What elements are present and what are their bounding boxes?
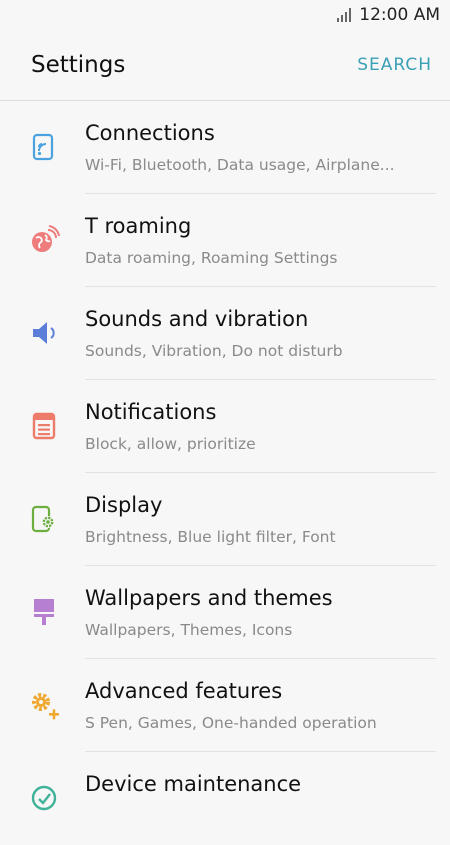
settings-item-label: Display	[85, 493, 163, 517]
device-maintenance-icon	[31, 785, 57, 811]
speaker-icon	[33, 322, 55, 344]
search-button[interactable]: SEARCH	[357, 55, 432, 75]
display-gear-icon	[31, 505, 54, 533]
settings-item-advanced-features[interactable]: Advanced features S Pen, Games, One-hand…	[0, 659, 450, 752]
settings-item-label: T roaming	[85, 214, 192, 238]
app-header: Settings SEARCH	[0, 30, 450, 101]
settings-item-label: Notifications	[85, 400, 217, 424]
settings-item-subtitle: Sounds, Vibration, Do not disturb	[85, 342, 343, 360]
settings-list: Connections Wi-Fi, Bluetooth, Data usage…	[0, 101, 450, 845]
settings-item-subtitle: Brightness, Blue light filter, Font	[85, 528, 336, 546]
settings-item-notifications[interactable]: Notifications Block, allow, prioritize	[0, 380, 450, 473]
settings-item-subtitle: Wi-Fi, Bluetooth, Data usage, Airplane..…	[85, 156, 395, 174]
status-bar: 12:00 AM	[0, 0, 450, 30]
settings-item-wallpapers-and-themes[interactable]: Wallpapers and themes Wallpapers, Themes…	[0, 566, 450, 659]
settings-item-label: Advanced features	[85, 679, 283, 703]
settings-item-display[interactable]: Display Brightness, Blue light filter, F…	[0, 473, 450, 566]
settings-item-subtitle: Wallpapers, Themes, Icons	[85, 621, 293, 639]
settings-item-subtitle: S Pen, Games, One-handed operation	[85, 714, 377, 732]
settings-item-device-maintenance[interactable]: Device maintenance	[0, 752, 450, 845]
settings-item-subtitle: Block, allow, prioritize	[85, 435, 256, 453]
settings-item-subtitle: Data roaming, Roaming Settings	[85, 249, 338, 267]
gear-plus-icon	[32, 693, 59, 720]
globe-roaming-icon	[32, 225, 60, 252]
paint-roller-icon	[34, 599, 54, 625]
settings-item-t-roaming[interactable]: T roaming Data roaming, Roaming Settings	[0, 194, 450, 287]
signal-icon	[337, 8, 351, 22]
settings-item-label: Connections	[85, 121, 215, 145]
settings-item-connections[interactable]: Connections Wi-Fi, Bluetooth, Data usage…	[0, 101, 450, 194]
settings-item-sounds-and-vibration[interactable]: Sounds and vibration Sounds, Vibration, …	[0, 287, 450, 380]
settings-item-label: Device maintenance	[85, 772, 302, 796]
settings-item-label: Sounds and vibration	[85, 307, 309, 331]
connections-icon	[32, 133, 54, 161]
page-title: Settings	[31, 52, 126, 78]
notification-list-icon	[32, 412, 56, 440]
status-time: 12:00 AM	[359, 5, 440, 25]
settings-item-label: Wallpapers and themes	[85, 586, 333, 610]
